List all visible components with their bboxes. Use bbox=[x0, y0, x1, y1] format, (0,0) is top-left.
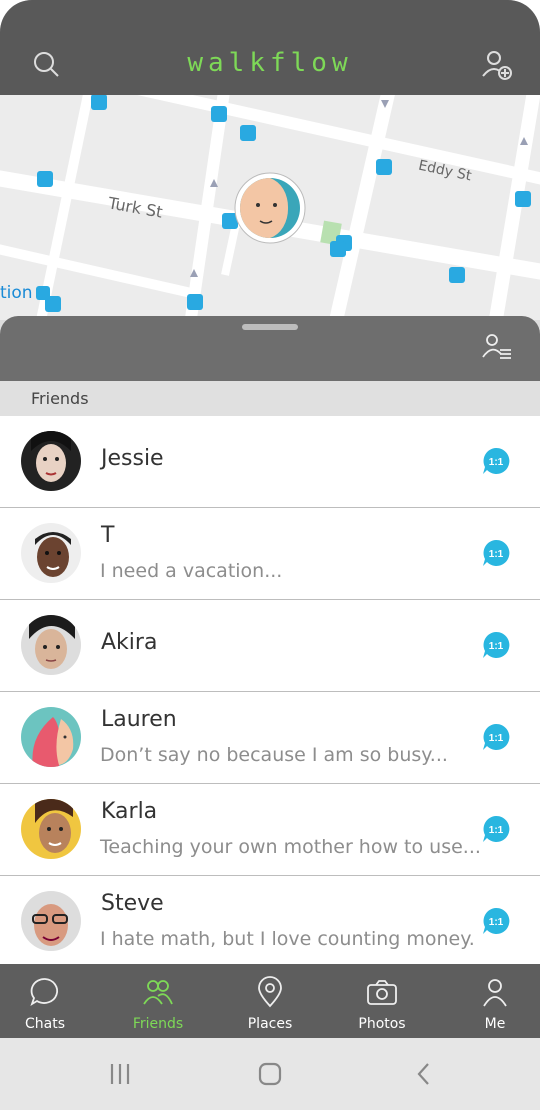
one-on-one-chat-icon[interactable]: 1:1 bbox=[481, 630, 511, 660]
avatar bbox=[21, 799, 81, 859]
tab-label: Places bbox=[247, 1016, 293, 1032]
friends-sheet: Friends Jessie 1:1 T I need a vacation..… bbox=[0, 316, 540, 964]
friend-name: Lauren bbox=[101, 707, 177, 732]
tab-label: Photos bbox=[358, 1016, 406, 1032]
badge-text: 1:1 bbox=[489, 917, 504, 928]
tab-label: Friends bbox=[132, 1016, 184, 1032]
add-user-icon[interactable] bbox=[480, 48, 514, 82]
friend-name: T bbox=[101, 523, 115, 548]
badge-text: 1:1 bbox=[489, 733, 504, 744]
user-icon bbox=[483, 979, 507, 1007]
last-message: I need a vacation... bbox=[100, 560, 283, 582]
avatar bbox=[21, 891, 81, 951]
friend-row[interactable]: Akira 1:1 bbox=[0, 600, 540, 692]
avatar bbox=[21, 707, 81, 767]
friend-name: Steve bbox=[101, 891, 164, 916]
avatar bbox=[21, 431, 81, 491]
badge-text: 1:1 bbox=[489, 641, 504, 652]
map-place-label: tion bbox=[0, 283, 33, 303]
tab-me[interactable]: Me bbox=[441, 964, 540, 1038]
friend-name: Karla bbox=[101, 799, 158, 824]
tab-label: Me bbox=[484, 1016, 506, 1032]
home-icon[interactable] bbox=[258, 1062, 282, 1086]
recent-apps-icon[interactable] bbox=[108, 1062, 132, 1086]
one-on-one-chat-icon[interactable]: 1:1 bbox=[481, 906, 511, 936]
badge-text: 1:1 bbox=[489, 457, 504, 468]
one-on-one-chat-icon[interactable]: 1:1 bbox=[481, 538, 511, 568]
tab-places[interactable]: Places bbox=[216, 964, 324, 1038]
tab-label: Chats bbox=[24, 1016, 65, 1032]
tab-photos[interactable]: Photos bbox=[328, 964, 436, 1038]
friend-row[interactable]: Karla Teaching your own mother how to us… bbox=[0, 784, 540, 876]
avatar bbox=[21, 523, 81, 583]
user-list-icon[interactable] bbox=[482, 332, 512, 362]
camera-icon bbox=[367, 980, 397, 1005]
section-header: Friends bbox=[0, 381, 540, 416]
system-navigation-bar bbox=[0, 1038, 540, 1110]
friend-name: Jessie bbox=[101, 446, 164, 471]
friend-row[interactable]: Steve I hate math, but I love counting m… bbox=[0, 876, 540, 964]
one-on-one-chat-icon[interactable]: 1:1 bbox=[481, 446, 511, 476]
tab-friends[interactable]: Friends bbox=[104, 964, 212, 1038]
app: walkflow Turk St Eddy St tion Friends Je… bbox=[0, 0, 540, 1110]
app-title: walkflow bbox=[187, 48, 353, 78]
friend-row[interactable]: Lauren Don’t say no because I am so busy… bbox=[0, 692, 540, 784]
sheet-header bbox=[0, 316, 540, 381]
last-message: Teaching your own mother how to use... bbox=[100, 836, 481, 858]
drag-handle[interactable] bbox=[242, 324, 298, 330]
one-on-one-chat-icon[interactable]: 1:1 bbox=[481, 722, 511, 752]
badge-text: 1:1 bbox=[489, 825, 504, 836]
map-streets bbox=[0, 95, 540, 320]
avatar bbox=[21, 615, 81, 675]
friend-row[interactable]: Jessie 1:1 bbox=[0, 416, 540, 508]
badge-text: 1:1 bbox=[489, 549, 504, 560]
header: walkflow bbox=[0, 0, 540, 95]
one-on-one-chat-icon[interactable]: 1:1 bbox=[481, 814, 511, 844]
last-message: I hate math, but I love counting money. bbox=[100, 928, 475, 950]
tab-chats[interactable]: Chats bbox=[0, 964, 99, 1038]
location-pin-icon bbox=[258, 976, 282, 1008]
friend-row[interactable]: T I need a vacation... 1:1 bbox=[0, 508, 540, 600]
friends-icon bbox=[143, 980, 173, 1005]
back-icon[interactable] bbox=[412, 1062, 436, 1086]
bottom-tab-bar: Chats Friends Places Photos Me bbox=[0, 964, 540, 1038]
chat-bubble-icon bbox=[30, 978, 58, 1007]
last-message: Don’t say no because I am so busy... bbox=[100, 744, 448, 766]
map-view[interactable]: Turk St Eddy St tion bbox=[0, 95, 540, 320]
friend-name: Akira bbox=[101, 630, 158, 655]
